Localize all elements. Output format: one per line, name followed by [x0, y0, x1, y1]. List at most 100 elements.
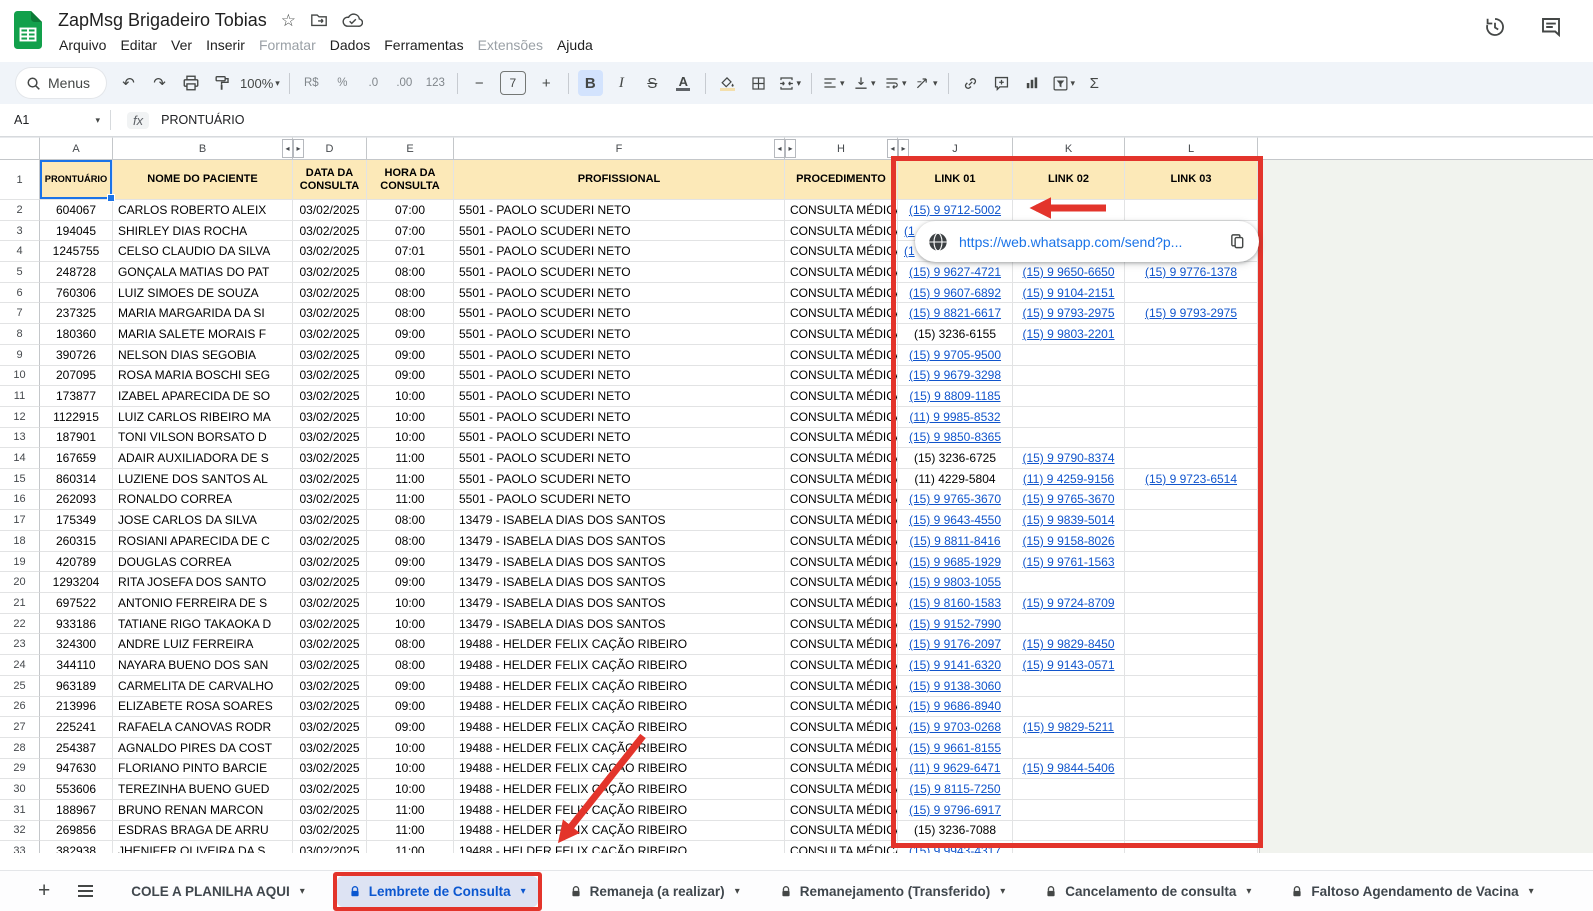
cell-f6[interactable]: 5501 - PAOLO SCUDERI NETO: [454, 283, 785, 304]
cell-j30[interactable]: (15) 9 8115-7250: [898, 779, 1013, 800]
whatsapp-link[interactable]: (15) 9 9723-6514: [1145, 472, 1237, 486]
cell-e31[interactable]: 11:00: [367, 800, 454, 821]
cell-b9[interactable]: NELSON DIAS SEGOBIA: [113, 345, 293, 366]
cell-f2[interactable]: 5501 - PAOLO SCUDERI NETO: [454, 200, 785, 221]
tab-menu-caret-icon[interactable]: ▾: [1529, 886, 1534, 897]
cell-k29[interactable]: (15) 9 9844-5406: [1013, 759, 1125, 780]
menu-dados[interactable]: Dados: [323, 33, 377, 57]
cell-d25[interactable]: 03/02/2025: [293, 676, 367, 697]
cell-h2[interactable]: CONSULTA MÉDICA: [785, 200, 898, 221]
cell-h7[interactable]: CONSULTA MÉDICA: [785, 303, 898, 324]
whatsapp-link[interactable]: (15) 9 9829-8450: [1022, 637, 1114, 651]
cell-h13[interactable]: CONSULTA MÉDICA: [785, 428, 898, 449]
cell-b16[interactable]: RONALDO CORREA: [113, 490, 293, 511]
whatsapp-link[interactable]: (15) 9 9765-3670: [1022, 492, 1114, 506]
cell-k12[interactable]: [1013, 407, 1125, 428]
cell-a21[interactable]: 697522: [40, 593, 113, 614]
cell-h29[interactable]: CONSULTA MÉDICA: [785, 759, 898, 780]
cell-k24[interactable]: (15) 9 9143-0571: [1013, 655, 1125, 676]
cell-k14[interactable]: (15) 9 9790-8374: [1013, 448, 1125, 469]
cell-j21[interactable]: (15) 9 8160-1583: [898, 593, 1013, 614]
cell-f3[interactable]: 5501 - PAOLO SCUDERI NETO: [454, 221, 785, 242]
cell-d24[interactable]: 03/02/2025: [293, 655, 367, 676]
header-cell-data-da-consulta[interactable]: DATA DA CONSULTA: [293, 160, 367, 200]
cell-l28[interactable]: [1125, 738, 1258, 759]
cell-e29[interactable]: 10:00: [367, 759, 454, 780]
cell-b33[interactable]: JHENIFER OLIVEIRA DA S: [113, 841, 293, 853]
cell-h19[interactable]: CONSULTA MÉDICA: [785, 552, 898, 573]
cell-k13[interactable]: [1013, 428, 1125, 449]
row-header[interactable]: 27: [0, 717, 40, 738]
cell-d16[interactable]: 03/02/2025: [293, 490, 367, 511]
cell-j10[interactable]: (15) 9 9679-3298: [898, 366, 1013, 387]
whatsapp-link[interactable]: (11) 9 9985-8532: [909, 410, 1000, 424]
column-header-e[interactable]: E: [367, 137, 454, 160]
cell-f26[interactable]: 19488 - HELDER FELIX CAÇÃO RIBEIRO: [454, 697, 785, 718]
cell-f15[interactable]: 5501 - PAOLO SCUDERI NETO: [454, 469, 785, 490]
cell-b8[interactable]: MARIA SALETE MORAIS F: [113, 324, 293, 345]
whatsapp-link[interactable]: (15) 9 9152-7990: [909, 617, 1001, 631]
cell-j29[interactable]: (11) 9 9629-6471: [898, 759, 1013, 780]
cell-b28[interactable]: AGNALDO PIRES DA COST: [113, 738, 293, 759]
cell-l19[interactable]: [1125, 552, 1258, 573]
cell-k30[interactable]: [1013, 779, 1125, 800]
whatsapp-link[interactable]: (1: [904, 244, 915, 258]
cell-e5[interactable]: 08:00: [367, 262, 454, 283]
cell-h23[interactable]: CONSULTA MÉDICA: [785, 634, 898, 655]
text-wrap-button[interactable]: ▾: [883, 70, 908, 96]
cell-e21[interactable]: 10:00: [367, 593, 454, 614]
row-header[interactable]: 17: [0, 510, 40, 531]
cell-l10[interactable]: [1125, 366, 1258, 387]
row-header[interactable]: 31: [0, 800, 40, 821]
whatsapp-link[interactable]: (15) 9 8809-1185: [909, 389, 1000, 403]
cell-f20[interactable]: 13479 - ISABELA DIAS DOS SANTOS: [454, 572, 785, 593]
cell-l9[interactable]: [1125, 345, 1258, 366]
cell-h14[interactable]: CONSULTA MÉDICA: [785, 448, 898, 469]
create-filter-button[interactable]: ▾: [1051, 70, 1076, 96]
cell-e11[interactable]: 10:00: [367, 386, 454, 407]
version-history-icon[interactable]: [1483, 15, 1507, 39]
cell-j2[interactable]: (15) 9 9712-5002: [898, 200, 1013, 221]
cell-e24[interactable]: 08:00: [367, 655, 454, 676]
cell-h32[interactable]: CONSULTA MÉDICA: [785, 821, 898, 842]
whatsapp-link[interactable]: (15) 9 9790-8374: [1022, 451, 1114, 465]
cell-d32[interactable]: 03/02/2025: [293, 821, 367, 842]
cell-e4[interactable]: 07:01: [367, 241, 454, 262]
cell-l26[interactable]: [1125, 697, 1258, 718]
cell-a8[interactable]: 180360: [40, 324, 113, 345]
cell-a6[interactable]: 760306: [40, 283, 113, 304]
cell-h9[interactable]: CONSULTA MÉDICA: [785, 345, 898, 366]
cell-a30[interactable]: 553606: [40, 779, 113, 800]
tab-menu-caret-icon[interactable]: ▾: [1246, 886, 1251, 897]
cell-h28[interactable]: CONSULTA MÉDICA: [785, 738, 898, 759]
row-header[interactable]: 10: [0, 366, 40, 387]
cell-h33[interactable]: CONSULTA MÉDICA: [785, 841, 898, 853]
sheets-logo-icon[interactable]: [14, 11, 42, 49]
zoom-select[interactable]: 100%▾: [240, 70, 280, 96]
move-folder-icon[interactable]: [310, 11, 328, 29]
tab-cancelamento-de-consulta[interactable]: Cancelamento de consulta▾: [1033, 876, 1263, 907]
decrease-decimals-button[interactable]: .0: [361, 70, 386, 96]
cell-f11[interactable]: 5501 - PAOLO SCUDERI NETO: [454, 386, 785, 407]
whatsapp-link[interactable]: (15) 9 9712-5002: [909, 203, 1001, 217]
whatsapp-link[interactable]: (15) 9 9803-1055: [909, 575, 1001, 589]
cell-b13[interactable]: TONI VILSON BORSATO D: [113, 428, 293, 449]
cell-f17[interactable]: 13479 - ISABELA DIAS DOS SANTOS: [454, 510, 785, 531]
cell-h12[interactable]: CONSULTA MÉDICA: [785, 407, 898, 428]
cell-j15[interactable]: (11) 4229-5804: [898, 469, 1013, 490]
cell-l5[interactable]: (15) 9 9776-1378: [1125, 262, 1258, 283]
cell-l14[interactable]: [1125, 448, 1258, 469]
tab-cole-a-planilha-aqui[interactable]: COLE A PLANILHA AQUI▾: [119, 876, 317, 907]
cell-d4[interactable]: 03/02/2025: [293, 241, 367, 262]
whatsapp-link[interactable]: (15) 9 9141-6320: [909, 658, 1001, 672]
cell-j32[interactable]: (15) 3236-7088: [898, 821, 1013, 842]
format-currency-button[interactable]: R$: [299, 70, 324, 96]
cell-h17[interactable]: CONSULTA MÉDICA: [785, 510, 898, 531]
format-percent-button[interactable]: %: [330, 70, 355, 96]
decrease-font-button[interactable]: −: [467, 70, 492, 96]
cell-d12[interactable]: 03/02/2025: [293, 407, 367, 428]
cell-e18[interactable]: 08:00: [367, 531, 454, 552]
cell-a16[interactable]: 262093: [40, 490, 113, 511]
cell-j14[interactable]: (15) 3236-6725: [898, 448, 1013, 469]
cell-j27[interactable]: (15) 9 9703-0268: [898, 717, 1013, 738]
